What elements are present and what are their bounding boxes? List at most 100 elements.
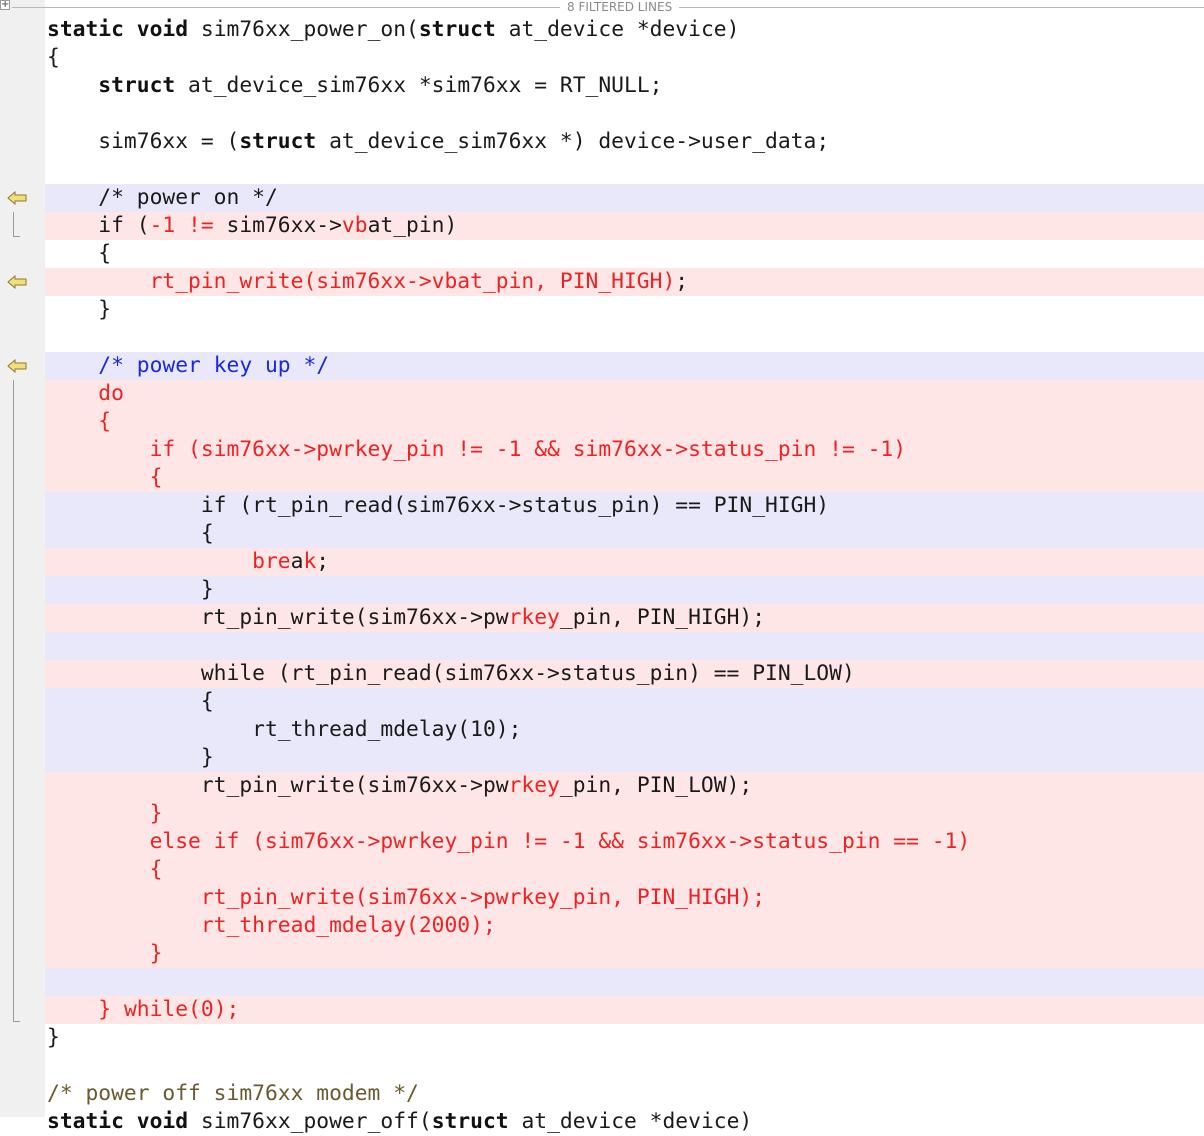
code-token: } xyxy=(47,577,214,602)
code-line: { xyxy=(45,520,1204,548)
code-line: /* power key up */ xyxy=(45,352,1204,380)
highlighted-token: else if (sim76xx->pwrkey_pin != -1 && si… xyxy=(149,829,971,854)
code-token: } xyxy=(47,745,214,770)
highlighted-token: rkey xyxy=(508,773,560,798)
code-line: rt_pin_write(sim76xx->pwrkey_pin, PIN_HI… xyxy=(45,884,1204,912)
code-token: while (rt_pin_read(sim76xx->status_pin) … xyxy=(47,661,855,686)
code-line: { xyxy=(45,688,1204,716)
code-line: if (sim76xx->pwrkey_pin != -1 && sim76xx… xyxy=(45,436,1204,464)
code-token: rt_pin_write(sim76xx->pw xyxy=(47,773,509,798)
code-token: if ( xyxy=(47,213,150,238)
code-line: } xyxy=(45,940,1204,968)
code-token: { xyxy=(47,521,214,546)
highlighted-token: -1 != xyxy=(149,213,214,238)
highlighted-token: vb xyxy=(341,213,368,238)
code-token: at_device_sim76xx *sim76xx = RT_NULL; xyxy=(175,73,663,98)
change-bracket xyxy=(13,380,20,1022)
code-token: { xyxy=(47,689,214,714)
highlighted-token: { xyxy=(98,409,112,434)
code-token: rt_thread_mdelay(10); xyxy=(47,717,522,742)
highlighted-token: rt_thread_mdelay(2000); xyxy=(200,913,496,938)
code-line: } xyxy=(45,576,1204,604)
arrow-left-icon[interactable] xyxy=(7,191,27,205)
code-token: at_device *device) xyxy=(508,1109,753,1134)
code-line: } xyxy=(45,744,1204,772)
highlighted-token: /* power off sim76xx modem */ xyxy=(47,1081,419,1106)
highlighted-token: if (sim76xx->pwrkey_pin != -1 && sim76xx… xyxy=(149,437,907,462)
code-line xyxy=(45,968,1204,996)
code-line: rt_thread_mdelay(10); xyxy=(45,716,1204,744)
code-token: if (rt_pin_read(sim76xx->status_pin) == … xyxy=(47,493,830,518)
code-token: } xyxy=(47,297,112,322)
code-token: { xyxy=(47,241,112,266)
code-token: sim76xx-> xyxy=(213,213,342,238)
code-line: while (rt_pin_read(sim76xx->status_pin) … xyxy=(45,660,1204,688)
code-token: /* power on */ xyxy=(47,185,278,210)
highlighted-token: rt_pin_write(sim76xx->pwrkey_pin, PIN_HI… xyxy=(200,885,766,910)
keyword-token: static xyxy=(47,1109,124,1134)
change-bracket xyxy=(13,212,20,237)
keyword-token: struct xyxy=(431,1109,509,1134)
code-token: _pin, PIN_LOW); xyxy=(559,773,753,798)
code-line: struct at_device_sim76xx *sim76xx = RT_N… xyxy=(45,72,1204,100)
code-line: static void sim76xx_power_off(struct at_… xyxy=(45,1108,1204,1136)
highlighted-token: { xyxy=(149,465,163,490)
filtered-lines-label[interactable]: 8 FILTERED LINES xyxy=(560,0,680,15)
code-line: do xyxy=(45,380,1204,408)
code-token: { xyxy=(47,45,60,70)
code-line: } xyxy=(45,296,1204,324)
code-line: rt_pin_write(sim76xx->pwrkey_pin, PIN_HI… xyxy=(45,604,1204,632)
highlighted-token: /* power key up */ xyxy=(98,353,330,378)
arrow-left-icon[interactable] xyxy=(7,275,27,289)
code-line: sim76xx = (struct at_device_sim76xx *) d… xyxy=(45,128,1204,156)
code-line xyxy=(45,632,1204,660)
code-line: static void sim76xx_power_on(struct at_d… xyxy=(45,16,1204,44)
code-line: /* power on */ xyxy=(45,184,1204,212)
expand-filtered-lines-button[interactable]: + xyxy=(0,0,10,10)
highlighted-token: rt_pin_write(sim76xx->vbat_pin, PIN_HIGH… xyxy=(149,269,676,294)
code-line: { xyxy=(45,464,1204,492)
highlighted-token: rkey xyxy=(508,605,560,630)
code-line: { xyxy=(45,856,1204,884)
code-line: if (rt_pin_read(sim76xx->status_pin) == … xyxy=(45,492,1204,520)
code-token: at_pin) xyxy=(367,213,458,238)
highlighted-token: k xyxy=(303,549,317,574)
code-line: rt_thread_mdelay(2000); xyxy=(45,912,1204,940)
keyword-token: struct xyxy=(98,73,176,98)
keyword-token: void xyxy=(136,1109,189,1134)
diff-gutter xyxy=(0,0,45,1117)
keyword-token: void xyxy=(136,17,189,42)
highlighted-token: { xyxy=(149,857,163,882)
code-token: sim76xx = ( xyxy=(47,129,240,154)
code-line: } xyxy=(45,800,1204,828)
arrow-left-icon[interactable] xyxy=(7,359,27,373)
code-line: { xyxy=(45,408,1204,436)
keyword-token: struct xyxy=(239,129,317,154)
code-line: rt_pin_write(sim76xx->vbat_pin, PIN_HIGH… xyxy=(45,268,1204,296)
code-view[interactable]: static void sim76xx_power_on(struct at_d… xyxy=(45,16,1204,1136)
keyword-token: struct xyxy=(418,17,496,42)
code-line: else if (sim76xx->pwrkey_pin != -1 && si… xyxy=(45,828,1204,856)
code-line: } xyxy=(45,1024,1204,1052)
highlighted-token: bre xyxy=(252,549,291,574)
code-token: _pin, PIN_HIGH); xyxy=(559,605,766,630)
code-line: { xyxy=(45,240,1204,268)
code-line: } while(0); xyxy=(45,996,1204,1024)
code-token: at_device_sim76xx *) device->user_data; xyxy=(316,129,830,154)
